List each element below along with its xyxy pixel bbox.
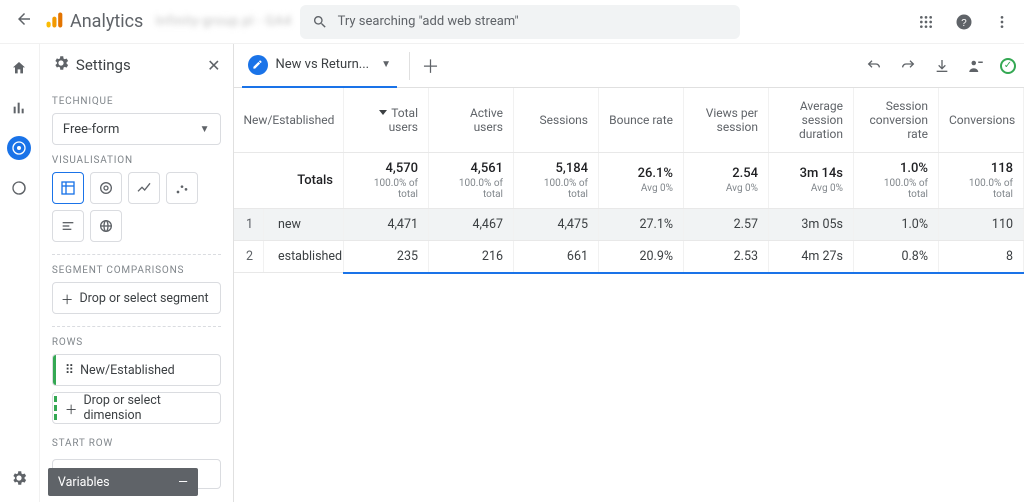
chevron-down-icon: ▼ [200,124,210,135]
totals-label: Totals [297,173,333,188]
col-sessions[interactable]: Sessions [514,88,599,152]
analytics-logo-icon [44,10,64,34]
segments-label: SEGMENT COMPARISONS [52,265,221,276]
vis-donut-icon[interactable] [90,172,122,204]
segment-drop-label: Drop or select segment [79,291,208,306]
variables-label: Variables [58,475,110,490]
col-conversions[interactable]: Conversions [939,88,1024,152]
totals-bounce: 26.1% [638,166,673,181]
vis-line-icon[interactable] [128,172,160,204]
vis-geo-icon[interactable] [90,210,122,242]
row-dimension-chip[interactable]: ⠿ New/Established [52,354,221,386]
close-icon[interactable]: ✕ [207,56,220,75]
tab-new-vs-returning[interactable]: New vs Return... ▼ [242,44,398,88]
col-avg-session-duration[interactable]: Average session duration [769,88,854,152]
chevron-down-icon[interactable]: ▼ [381,59,391,70]
tab-label: New vs Return... [276,57,370,72]
search-placeholder: Try searching "add web stream" [338,14,519,29]
brand: Analytics [44,10,143,34]
left-nav [0,44,40,502]
totals-duration: 3m 14s [800,166,843,181]
totals-conversions: 118 [991,161,1013,176]
main-area: New vs Return... ▼ ＋ ✓ New/Esta [234,44,1024,502]
col-bounce-rate[interactable]: Bounce rate [599,88,684,152]
collapse-icon: — [178,475,188,490]
vis-bar-icon[interactable] [52,210,84,242]
totals-conv-rate: 1.0% [900,161,928,176]
col-dimension[interactable]: New/Established [234,88,344,152]
gear-icon [52,54,70,76]
visualisation-grid [52,172,221,242]
share-icon[interactable] [966,56,986,76]
technique-value: Free-form [63,122,119,137]
data-table: New/Established Total users Active users… [234,88,1024,274]
totals-row: Totals 4,570100.0% of total 4,561100.0% … [234,152,1024,208]
divider [52,326,221,327]
table-row[interactable]: 2 established 235 216 661 20.9% 2.53 4m … [234,240,1024,273]
header-actions: ? [916,12,1012,32]
variables-bar[interactable]: Variables — [48,468,198,496]
pencil-icon [248,55,268,75]
col-views-per-session[interactable]: Views per session [684,88,769,152]
totals-active-users: 4,561 [471,161,503,176]
segment-drop[interactable]: ＋ Drop or select segment [52,282,221,314]
download-icon[interactable] [932,56,952,76]
row-dim: established [264,240,344,273]
redo-icon[interactable] [898,56,918,76]
header-row: New/Established Total users Active users… [234,88,1024,152]
row-drop-label: Drop or select dimension [83,393,211,423]
status-ok-icon[interactable]: ✓ [1000,58,1016,74]
search-icon [312,14,328,30]
help-icon[interactable]: ? [954,12,974,32]
row-dim: new [264,208,344,240]
col-session-conv-rate[interactable]: Session conversion rate [854,88,939,152]
nav-home-icon[interactable] [7,56,31,80]
col-active-users[interactable]: Active users [429,88,514,152]
vis-table-icon[interactable] [52,172,84,204]
data-table-container: New/Established Total users Active users… [234,88,1024,274]
technique-select[interactable]: Free-form ▼ [52,113,221,145]
col-total-users[interactable]: Total users [344,88,429,152]
visualisation-label: VISUALISATION [52,155,221,166]
rows-label: ROWS [52,337,221,348]
nav-explore-icon[interactable] [7,136,31,160]
apps-icon[interactable] [916,12,936,32]
totals-total-users: 4,570 [386,161,418,176]
row-drop[interactable]: ＋ Drop or select dimension [52,392,221,424]
totals-sessions: 5,184 [556,161,588,176]
row-dimension-label: New/Established [80,363,175,378]
back-arrow-icon[interactable] [12,10,36,33]
vis-scatter-icon[interactable] [166,172,198,204]
table-row[interactable]: 1 new 4,471 4,467 4,475 27.1% 2.57 3m 05… [234,208,1024,240]
app-header: Analytics Infinity-group.pl - GA4 Try se… [0,0,1024,44]
nav-admin-icon[interactable] [7,466,31,490]
search-input[interactable]: Try searching "add web stream" [300,5,740,39]
settings-panel: Settings ✕ TECHNIQUE Free-form ▼ VISUALI… [40,44,234,502]
start-row-label: START ROW [52,438,221,449]
undo-icon[interactable] [864,56,884,76]
settings-title: Settings [76,56,131,74]
nav-reports-icon[interactable] [7,96,31,120]
tab-bar: New vs Return... ▼ ＋ ✓ [234,44,1024,88]
nav-advertising-icon[interactable] [7,176,31,200]
brand-title: Analytics [70,11,143,32]
property-name-blurred[interactable]: Infinity-group.pl - GA4 [155,14,291,29]
svg-text:?: ? [961,17,967,28]
more-vert-icon[interactable] [992,12,1012,32]
totals-views: 2.54 [732,166,758,181]
technique-label: TECHNIQUE [52,96,221,107]
add-tab-button[interactable]: ＋ [409,52,437,80]
divider [52,254,221,255]
